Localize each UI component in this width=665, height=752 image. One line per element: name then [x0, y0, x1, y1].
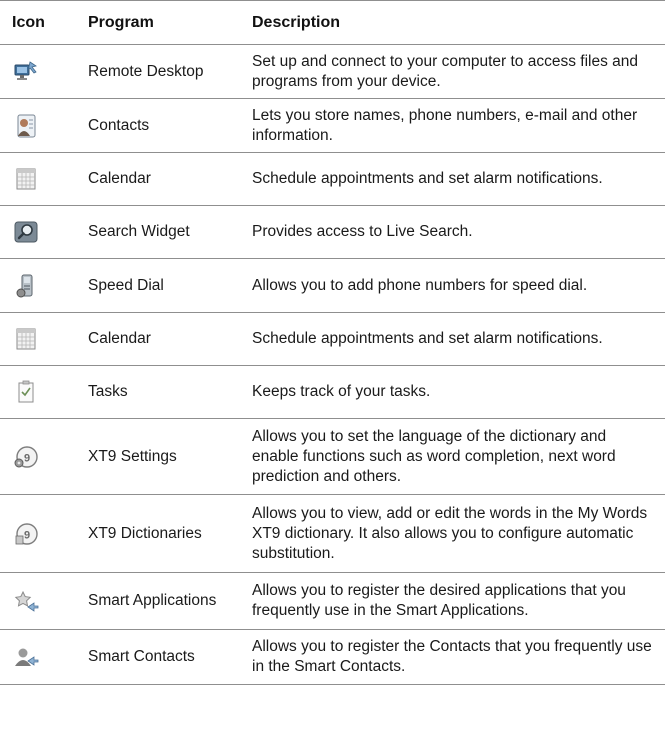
svg-text:9: 9 — [24, 529, 30, 541]
program-name: Contacts — [76, 98, 240, 153]
program-name: Calendar — [76, 312, 240, 366]
program-name: Search Widget — [76, 205, 240, 259]
table-row: Calendar Schedule appointments and set a… — [0, 312, 665, 366]
calendar-icon — [12, 325, 40, 353]
table-header-row: Icon Program Description — [0, 0, 665, 45]
column-header-program: Program — [76, 0, 240, 45]
xt9-dictionaries-icon: 9 — [12, 520, 40, 548]
program-name: XT9 Dictionaries — [76, 494, 240, 573]
table-row: Smart Contacts Allows you to register th… — [0, 629, 665, 685]
table-row: Remote Desktop Set up and connect to you… — [0, 44, 665, 99]
program-description: Schedule appointments and set alarm noti… — [240, 312, 665, 366]
table-row: 9 XT9 Dictionaries Allows you to view, a… — [0, 494, 665, 573]
smart-contacts-icon — [12, 643, 40, 671]
program-description: Allows you to register the Contacts that… — [240, 629, 665, 685]
svg-text:9: 9 — [24, 452, 30, 464]
program-description: Allows you to view, add or edit the word… — [240, 494, 665, 573]
program-description: Allows you to register the desired appli… — [240, 572, 665, 630]
program-description: Set up and connect to your computer to a… — [240, 44, 665, 99]
table-row: 9 XT9 Settings Allows you to set the lan… — [0, 418, 665, 495]
table-row: Tasks Keeps track of your tasks. — [0, 365, 665, 419]
program-description: Allows you to add phone numbers for spee… — [240, 258, 665, 313]
program-name: Remote Desktop — [76, 44, 240, 99]
program-description: Schedule appointments and set alarm noti… — [240, 152, 665, 206]
program-table: Icon Program Description Remote Desktop … — [0, 0, 665, 685]
program-name: Smart Applications — [76, 572, 240, 630]
calendar-icon — [12, 165, 40, 193]
table-row: Speed Dial Allows you to add phone numbe… — [0, 258, 665, 313]
program-description: Allows you to set the language of the di… — [240, 418, 665, 495]
table-row: Smart Applications Allows you to registe… — [0, 572, 665, 630]
program-description: Provides access to Live Search. — [240, 205, 665, 259]
program-description: Keeps track of your tasks. — [240, 365, 665, 419]
program-name: Smart Contacts — [76, 629, 240, 685]
program-name: Calendar — [76, 152, 240, 206]
table-row: Contacts Lets you store names, phone num… — [0, 98, 665, 153]
remote-desktop-icon — [12, 58, 40, 86]
speed-dial-icon — [12, 272, 40, 300]
program-name: Speed Dial — [76, 258, 240, 313]
table-row: Search Widget Provides access to Live Se… — [0, 205, 665, 259]
program-name: XT9 Settings — [76, 418, 240, 495]
column-header-description: Description — [240, 0, 665, 45]
search-widget-icon — [12, 218, 40, 246]
program-description: Lets you store names, phone numbers, e-m… — [240, 98, 665, 153]
column-header-icon: Icon — [0, 0, 76, 45]
xt9-settings-icon: 9 — [12, 443, 40, 471]
program-name: Tasks — [76, 365, 240, 419]
tasks-icon — [12, 378, 40, 406]
contacts-icon — [12, 112, 40, 140]
smart-applications-icon — [12, 587, 40, 615]
table-row: Calendar Schedule appointments and set a… — [0, 152, 665, 206]
